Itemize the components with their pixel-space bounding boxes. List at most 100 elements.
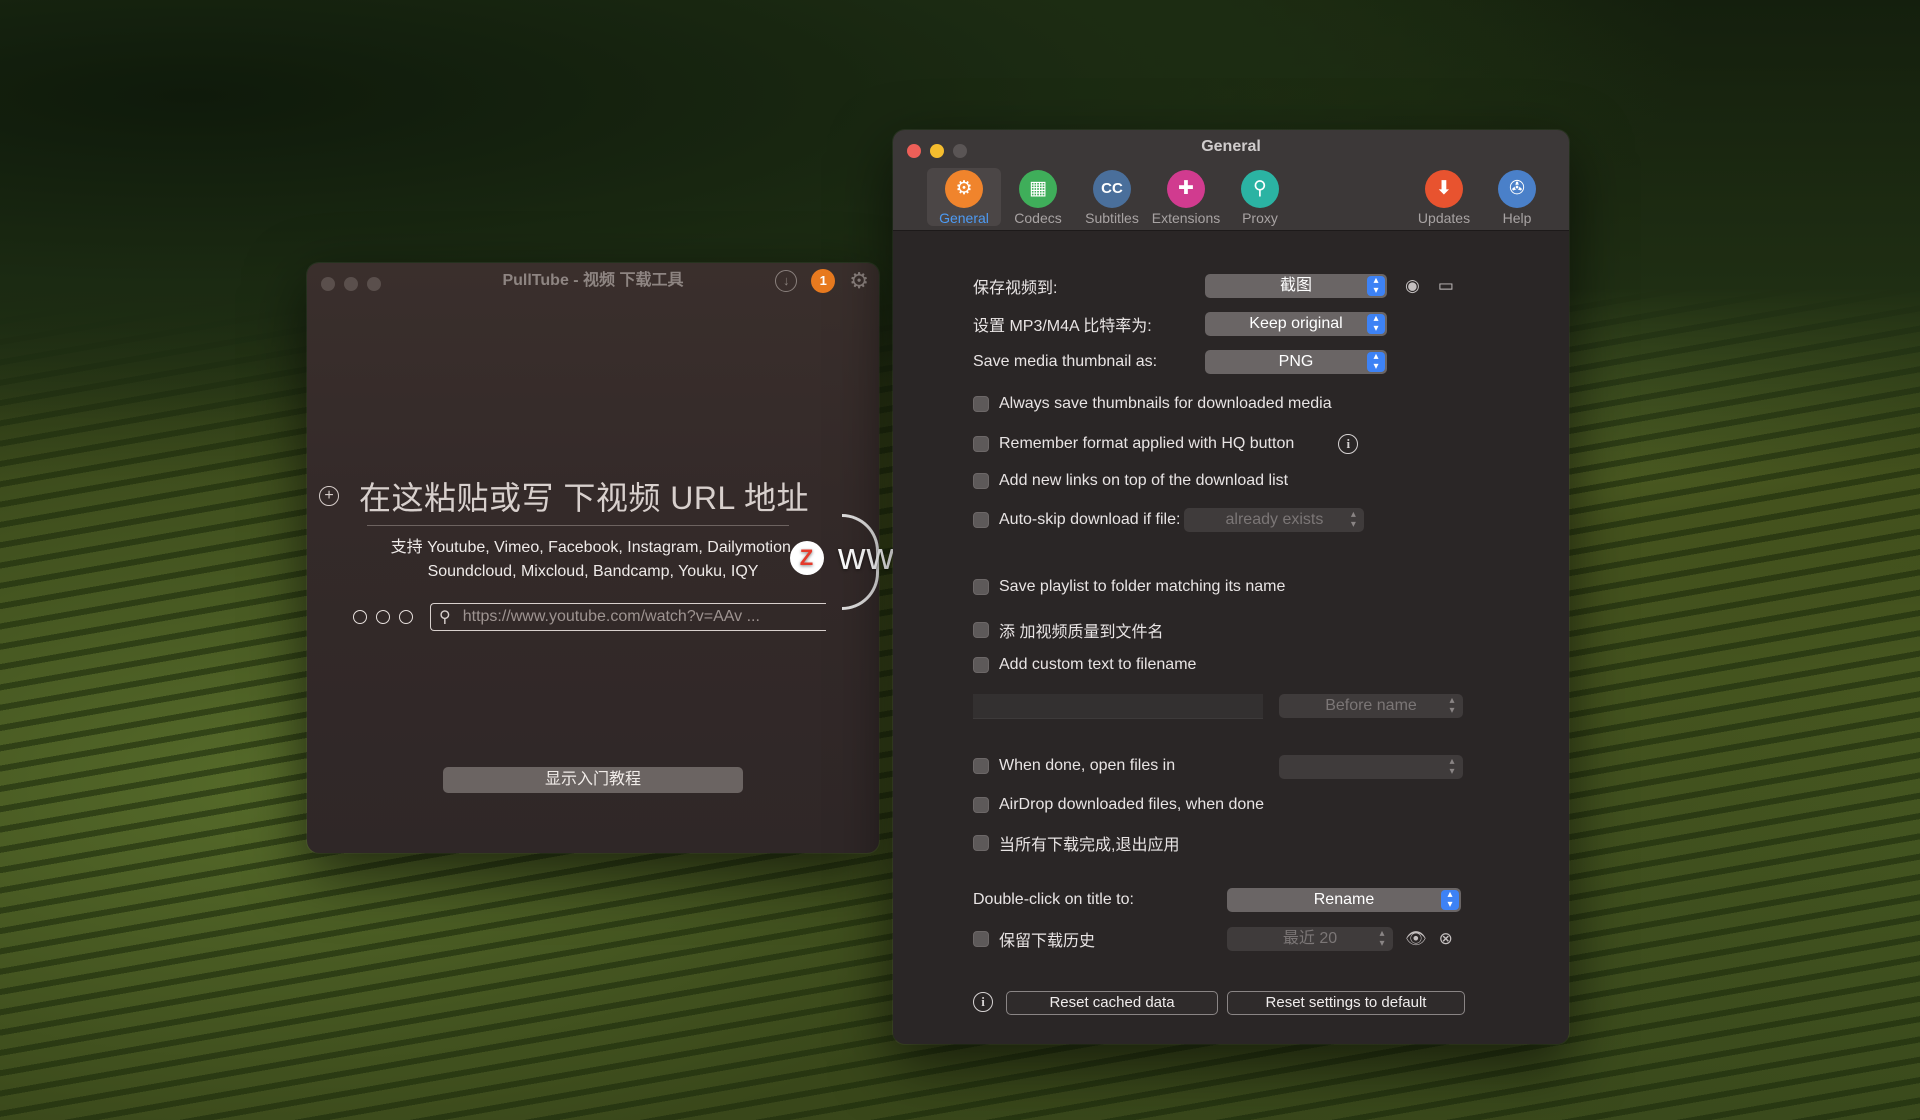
option-label: Save playlist to folder matching its nam… [999,578,1286,595]
open-files-app-popup[interactable]: ▴ ▾ [1279,755,1463,779]
thumbnail-format-row: Save media thumbnail as: PNG ▴ ▾ [973,350,1387,374]
minimize-button[interactable] [344,277,358,291]
tab-label: Subtitles [1085,210,1139,226]
tab-updates[interactable]: ⬇ Updates [1407,168,1481,226]
checkbox[interactable] [973,835,989,851]
checkbox[interactable] [973,931,989,947]
tab-codecs[interactable]: ▦ Codecs [1001,168,1075,226]
checkbox[interactable] [973,473,989,489]
option-label: AirDrop downloaded files, when done [999,796,1265,813]
bitrate-popup[interactable]: Keep original ▴ ▾ [1205,312,1387,336]
divider [367,525,789,526]
clear-history-icon[interactable]: ⊗ [1439,929,1453,949]
thumbnail-format-label: Save media thumbnail as: [973,353,1158,370]
custom-text-field[interactable] [973,694,1263,719]
add-url-icon[interactable]: + [319,486,339,506]
checkbox[interactable] [973,436,989,452]
option-custom-text[interactable]: Add custom text to filename [973,656,1196,674]
titlebar-actions: ↓ 1 ⚙ [775,269,869,293]
url-input-row: ⚲ [353,603,826,631]
key-icon: ⚲ [1241,170,1279,208]
thumbnail-format-popup[interactable]: PNG ▴ ▾ [1205,350,1387,374]
checkbox[interactable] [973,657,989,673]
tab-label: Proxy [1242,210,1278,226]
option-open-files[interactable]: When done, open files in [973,757,1279,775]
double-click-label: Double-click on title to: [973,891,1134,908]
option-playlist-folder[interactable]: Save playlist to folder matching its nam… [973,578,1285,596]
preference-tabs: ⚙ General ▦ Codecs CC Subtitles ✚ Extens… [927,168,1536,226]
history-limit-popup[interactable]: 最近 20 ▴ ▾ [1227,927,1393,951]
option-history[interactable]: 保留下载历史 最近 20 ▴ ▾ 👁 ⊗ [973,927,1453,951]
url-heading: + 在这粘贴或写 下视频 URL 地址 [319,473,879,519]
checkbox[interactable] [973,512,989,528]
option-label: 当所有下载完成,退出应用 [999,837,1180,854]
option-label: Auto-skip download if file: [999,511,1181,528]
popup-chevron-icon: ▴ ▾ [1449,695,1455,716]
option-label: Always save thumbnails for downloaded me… [999,395,1332,412]
choose-folder-icon[interactable]: ▭ [1438,276,1454,296]
window-controls [321,277,381,291]
watermark-logo: Z [790,540,824,575]
settings-gear-icon[interactable]: ⚙ [849,270,869,292]
custom-text-position-popup[interactable]: Before name ▴ ▾ [1279,694,1463,718]
double-click-value: Rename [1313,891,1375,908]
reset-settings-button[interactable]: Reset settings to default [1227,991,1465,1015]
tab-proxy[interactable]: ⚲ Proxy [1223,168,1297,226]
option-circle-icon[interactable] [399,610,413,624]
popup-chevron-icon: ▴ ▾ [1441,890,1459,910]
double-click-popup[interactable]: Rename ▴ ▾ [1227,888,1461,912]
zoom-button[interactable] [367,277,381,291]
tab-help[interactable]: ✇ Help [1480,168,1554,226]
popup-chevron-icon: ▴ ▾ [1449,756,1455,777]
save-video-label: 保存视频到: [973,280,1058,297]
bitrate-value: Keep original [1249,315,1343,332]
popup-chevron-icon: ▴ ▾ [1379,928,1385,949]
popup-chevron-icon: ▴ ▾ [1367,352,1385,372]
option-autoskip[interactable]: Auto-skip download if file: already exis… [973,508,1365,532]
option-quit-when-done[interactable]: 当所有下载完成,退出应用 [973,831,1179,855]
option-label: Add custom text to filename [999,656,1197,673]
option-airdrop[interactable]: AirDrop downloaded files, when done [973,796,1264,814]
show-tutorial-button[interactable]: 显示入门教程 [443,767,743,793]
eye-icon[interactable]: 👁 [1405,929,1427,949]
checkbox[interactable] [973,797,989,813]
reveal-folder-icon[interactable]: ◉ [1405,276,1420,296]
tab-label: Codecs [1014,210,1062,226]
url-paste-prompt: 在这粘贴或写 下视频 URL 地址 [359,480,810,516]
option-always-thumbnails[interactable]: Always save thumbnails for downloaded me… [973,395,1332,413]
option-label: When done, open files in [999,757,1176,774]
option-circle-icon[interactable] [353,610,367,624]
preferences-window: General ⚙ General ▦ Codecs CC Subtitles … [893,130,1569,1044]
cc-icon: CC [1093,170,1131,208]
checkbox[interactable] [973,622,989,638]
option-label: 添 加视频质量到文件名 [999,624,1164,641]
option-add-quality[interactable]: 添 加视频质量到文件名 [973,618,1163,642]
gear-icon: ⚙ [945,170,983,208]
option-circle-icon[interactable] [376,610,390,624]
info-icon[interactable]: i [1338,434,1359,454]
save-video-popup[interactable]: 截图 ▴ ▾ [1205,274,1387,298]
reset-cached-data-button[interactable]: Reset cached data [1006,991,1218,1015]
info-icon[interactable]: i [973,992,993,1012]
window-title: General [1201,138,1261,155]
close-button[interactable] [321,277,335,291]
option-remember-hq[interactable]: Remember format applied with HQ button i [973,434,1359,454]
bitrate-label: 设置 MP3/M4A 比特率为: [973,318,1152,335]
save-video-row: 保存视频到: 截图 ▴ ▾ ◉ ▭ [973,274,1454,298]
download-icon[interactable]: ↓ [775,270,798,292]
tab-label: Extensions [1151,210,1221,226]
tab-subtitles[interactable]: CC Subtitles [1075,168,1149,226]
search-icon: ⚲ [439,609,451,626]
bitrate-row: 设置 MP3/M4A 比特率为: Keep original ▴ ▾ [973,312,1387,336]
checkbox[interactable] [973,396,989,412]
tab-extensions[interactable]: ✚ Extensions [1149,168,1223,226]
tab-general[interactable]: ⚙ General [927,168,1001,226]
autoskip-value: already exists [1225,511,1324,528]
pulltube-titlebar: PullTube - 视频 下载工具 ↓ 1 ⚙ [307,263,879,299]
autoskip-popup[interactable]: already exists ▴ ▾ [1184,508,1365,532]
checkbox[interactable] [973,579,989,595]
url-input[interactable] [460,607,805,627]
option-add-top[interactable]: Add new links on top of the download lis… [973,472,1288,490]
checkbox[interactable] [973,758,989,774]
notification-badge[interactable]: 1 [811,269,836,293]
